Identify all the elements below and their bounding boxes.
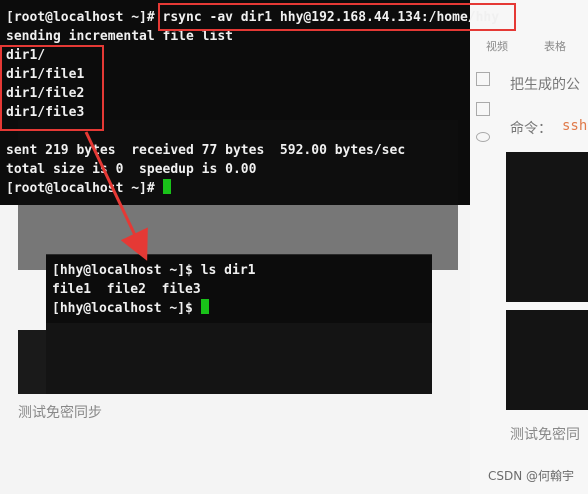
sub-terminal: [hhy@localhost ~]$ ls dir1 file1 file2 f… [46,254,432,323]
prompt-text: [root@localhost ~]# [6,181,163,196]
right-command-code: ssh [562,118,588,134]
left-preview-image [18,330,46,394]
terminal-line-sent: sent 219 bytes received 77 bytes 592.00 … [6,143,406,158]
list-icon [476,72,490,86]
sub-screenshot-lower [46,322,432,394]
sub-prompt-text: [hhy@localhost ~]$ [52,301,201,316]
right-heading: 把生成的公 [510,77,580,93]
csdn-watermark: CSDN @何翰宇 [487,469,574,483]
terminal-line-total: total size is 0 speedup is 0.00 [6,162,257,177]
command-highlight-box [158,3,516,31]
left-caption: 测试免密同步 [18,405,102,421]
eye-icon [476,132,490,142]
sub-line-prompt: [hhy@localhost ~]$ [52,299,209,318]
right-preview-image-1 [506,152,588,302]
right-caption: 测试免密同 [510,427,580,443]
sub-terminal-cursor [200,299,209,314]
right-preview-image-2 [506,310,588,410]
sub-line-files: file1 file2 file3 [52,282,201,297]
right-command-label: 命令： [510,121,552,137]
filelist-highlight-box [0,45,104,131]
terminal-cursor [162,179,171,194]
split-view-icon [476,102,490,116]
right-preview-panel: 图片 视频 表格 把生成的公 命令： ssh 测试免密同 [446,0,588,494]
toolbar-table: 表格 [544,40,566,53]
terminal-line-prompt: [root@localhost ~]# [6,179,171,198]
toolbar-video: 视频 [486,40,508,53]
sub-line-ls: [hhy@localhost ~]$ ls dir1 [52,263,256,278]
